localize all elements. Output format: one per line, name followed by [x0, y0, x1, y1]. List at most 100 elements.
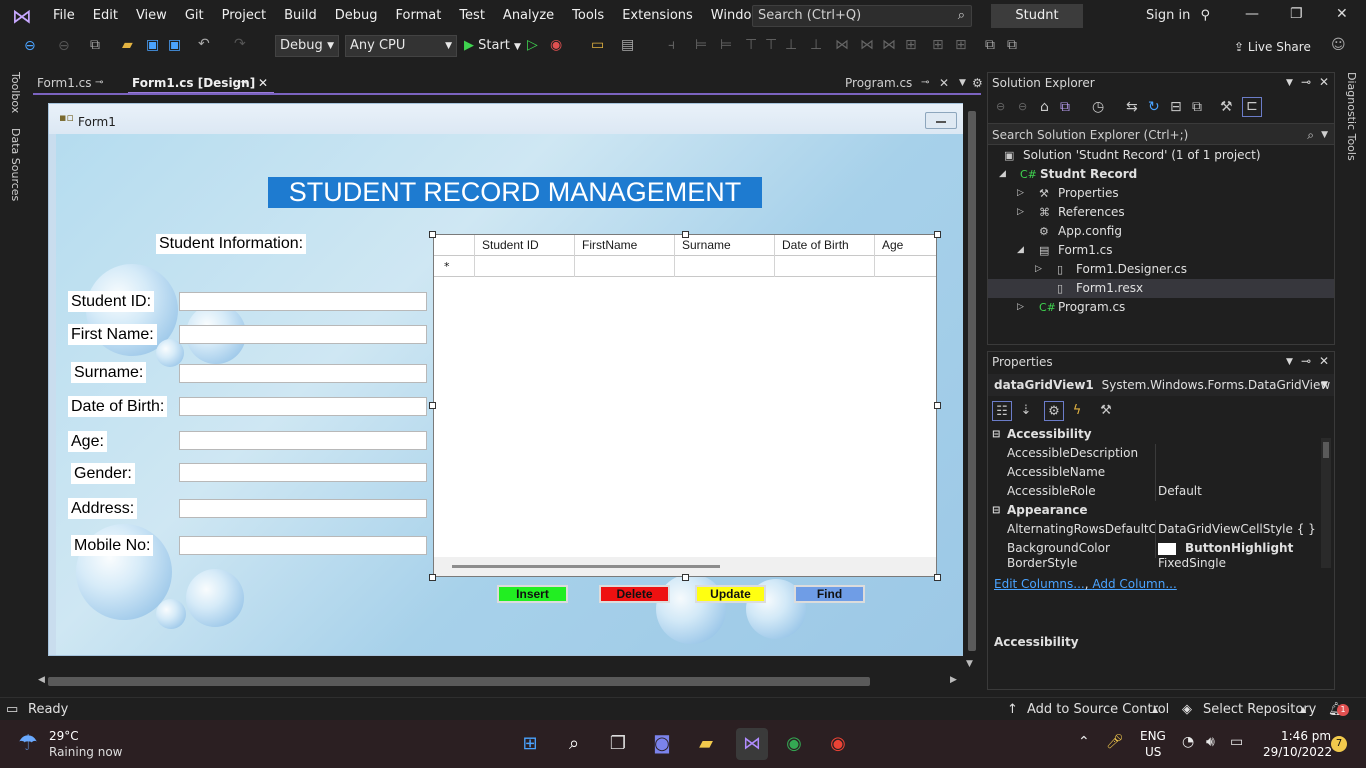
region-code[interactable]: US: [1145, 745, 1161, 759]
grid-cell[interactable]: [874, 256, 936, 277]
student-id-field[interactable]: [179, 292, 427, 311]
search-icon[interactable]: ⌕: [560, 730, 588, 758]
collapse-all-icon[interactable]: ⊟: [1170, 99, 1182, 115]
same-width-icon[interactable]: ⋈: [835, 37, 849, 53]
scroll-down-icon[interactable]: ▼: [966, 659, 973, 669]
preview-selected-icon[interactable]: ⊏: [1242, 97, 1262, 117]
vertical-spacing-icon[interactable]: ⊞: [955, 37, 967, 53]
address-field[interactable]: [179, 499, 427, 518]
start-menu-icon[interactable]: ⊞: [516, 730, 544, 758]
save-icon[interactable]: ▣: [146, 37, 159, 53]
menu-project[interactable]: Project: [213, 0, 275, 32]
minimize-icon[interactable]: —: [1245, 6, 1259, 22]
tab-form1-cs[interactable]: Form1.cs ⊸: [33, 72, 125, 94]
form1-window[interactable]: ▪▫ Form1 STUDENT RECORD MANAGEMENT Stude…: [48, 103, 966, 656]
tree-item-form1-resx[interactable]: ▯ Form1.resx: [988, 279, 1334, 298]
find-button[interactable]: Find: [794, 585, 865, 603]
menu-debug[interactable]: Debug: [326, 0, 387, 32]
chevron-down-icon[interactable]: ▼: [1286, 78, 1293, 88]
switch-views-icon[interactable]: ⧉: [1060, 99, 1070, 115]
grid-cell[interactable]: [474, 256, 574, 277]
sign-in-link[interactable]: Sign in ⚲: [1146, 8, 1210, 23]
visual-studio-icon[interactable]: ⋈: [736, 728, 768, 760]
collapsed-arrow-icon[interactable]: ▷: [1017, 184, 1024, 203]
grid-column-firstname[interactable]: FirstName: [574, 235, 674, 256]
property-row[interactable]: AccessibleDescription: [988, 444, 1318, 463]
pin-icon[interactable]: ⊸: [1301, 354, 1311, 368]
file-explorer-icon[interactable]: ▭: [591, 37, 604, 53]
property-row[interactable]: BorderStyle FixedSingle: [988, 558, 1318, 569]
chrome-icon[interactable]: ◉: [824, 730, 852, 758]
collapsed-arrow-icon[interactable]: ▷: [1017, 203, 1024, 222]
tree-item-properties[interactable]: ▷ ⚒ Properties: [988, 184, 1334, 203]
alphabetical-icon[interactable]: ⇣: [1016, 401, 1036, 421]
refresh-icon[interactable]: ↻: [1148, 99, 1160, 115]
properties-scroll-thumb[interactable]: [1323, 442, 1329, 458]
resize-handle[interactable]: [934, 231, 941, 238]
mobile-no-field[interactable]: [179, 536, 427, 555]
menu-format[interactable]: Format: [387, 0, 451, 32]
collapse-icon[interactable]: ⊟: [992, 425, 1000, 444]
start-without-debugging-icon[interactable]: ▷: [527, 37, 538, 53]
data-sources-tab[interactable]: Data Sources: [9, 128, 22, 201]
send-to-back-icon[interactable]: ⧉: [1007, 37, 1017, 53]
collapsed-arrow-icon[interactable]: ▷: [1035, 260, 1042, 279]
resize-handle[interactable]: [934, 574, 941, 581]
property-row[interactable]: AccessibleRole Default: [988, 482, 1318, 501]
surname-field[interactable]: [179, 364, 427, 383]
new-project-icon[interactable]: ⧉: [90, 37, 100, 53]
resize-handle[interactable]: [429, 231, 436, 238]
align-tops-icon[interactable]: ⊤: [745, 37, 757, 53]
grid-column-surname[interactable]: Surname: [674, 235, 774, 256]
menu-analyze[interactable]: Analyze: [494, 0, 563, 32]
tab-form1-design[interactable]: Form1.cs [Design] ⊸ ✕: [128, 72, 274, 94]
home-icon[interactable]: ⌂: [1040, 99, 1049, 115]
tree-item-references[interactable]: ▷ ⌘ References: [988, 203, 1334, 222]
global-search-input[interactable]: Search (Ctrl+Q) ⌕: [752, 5, 972, 27]
events-icon[interactable]: ϟ: [1067, 401, 1087, 421]
property-object-selector[interactable]: dataGridView1 System.Windows.Forms.DataG…: [988, 374, 1334, 396]
task-view-icon[interactable]: ❐: [604, 730, 632, 758]
save-all-icon[interactable]: ▣: [168, 37, 181, 53]
pin-icon[interactable]: ⊸: [240, 72, 248, 94]
menu-test[interactable]: Test: [450, 0, 494, 32]
menu-tools[interactable]: Tools: [563, 0, 613, 32]
scroll-left-icon[interactable]: ◀: [38, 675, 45, 685]
designer-scroll-thumb[interactable]: [968, 111, 976, 651]
resize-handle[interactable]: [429, 402, 436, 409]
forward-icon[interactable]: ⊖: [1018, 100, 1027, 113]
tree-item-solution[interactable]: ▣ Solution 'Studnt Record' (1 of 1 proje…: [988, 146, 1334, 165]
grid-new-row[interactable]: *: [434, 256, 936, 277]
chevron-down-icon[interactable]: ▼: [1286, 357, 1293, 367]
menu-git[interactable]: Git: [176, 0, 213, 32]
chrome-profile-icon[interactable]: ◉: [780, 730, 808, 758]
same-size-icon[interactable]: ⋈: [882, 37, 896, 53]
diagnostic-tools-tab[interactable]: Diagnostic Tools: [1345, 72, 1358, 161]
clock-time[interactable]: 1:46 pm: [1281, 729, 1331, 743]
category-appearance[interactable]: ⊟ Appearance: [988, 501, 1318, 520]
notification-count-badge[interactable]: 7: [1331, 736, 1347, 752]
forward-icon[interactable]: ⊖: [58, 38, 70, 54]
menu-edit[interactable]: Edit: [84, 0, 127, 32]
volume-icon[interactable]: 🔊︎: [1206, 734, 1215, 750]
student-data-grid[interactable]: Student ID FirstName Surname Date of Bir…: [433, 234, 937, 577]
tree-item-form1[interactable]: ◢ ▤ Form1.cs: [988, 241, 1334, 260]
weather-icon[interactable]: ☂: [18, 731, 38, 756]
gender-field[interactable]: [179, 463, 427, 482]
menu-extensions[interactable]: Extensions: [613, 0, 702, 32]
expanded-arrow-icon[interactable]: ◢: [999, 165, 1006, 184]
resize-handle[interactable]: [429, 574, 436, 581]
insert-button[interactable]: Insert: [497, 585, 568, 603]
collapse-icon[interactable]: ⊟: [992, 501, 1000, 520]
property-row[interactable]: AccessibleName: [988, 463, 1318, 482]
sync-icon[interactable]: ⇆: [1126, 99, 1138, 115]
resize-handle[interactable]: [682, 231, 689, 238]
tab-program-cs[interactable]: Program.cs ⊸ ✕ ▼ ⚙: [841, 72, 983, 94]
collapsed-arrow-icon[interactable]: ▷: [1017, 298, 1024, 317]
back-icon[interactable]: ⊖: [996, 100, 1005, 113]
close-tab-icon[interactable]: ✕: [939, 72, 949, 94]
file-explorer-icon[interactable]: ▰: [692, 730, 720, 758]
age-field[interactable]: [179, 431, 427, 450]
toolbox-tab[interactable]: Toolbox: [9, 72, 22, 113]
chevron-up-icon[interactable]: ⌃: [1078, 734, 1090, 750]
